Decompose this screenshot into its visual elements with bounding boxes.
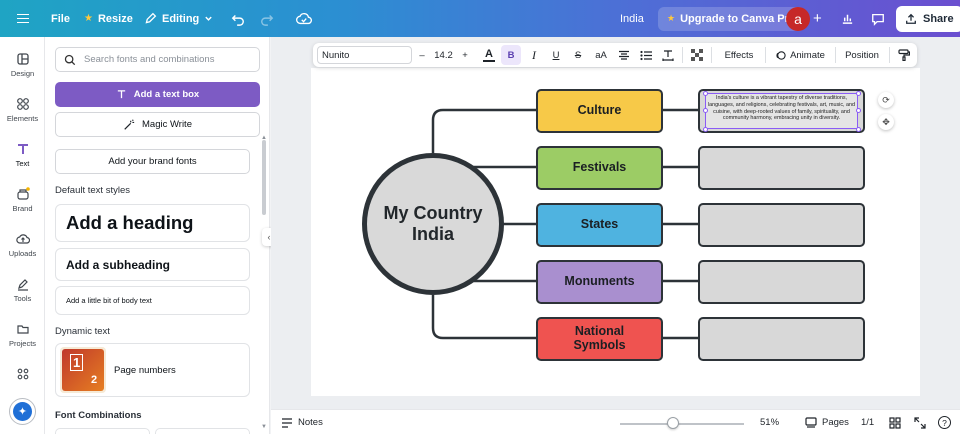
- fullscreen-button[interactable]: [914, 410, 926, 434]
- branch-node-culture[interactable]: Culture: [536, 89, 663, 133]
- branch-node-states[interactable]: States: [536, 203, 663, 247]
- branch-node-festivals[interactable]: Festivals: [536, 146, 663, 190]
- branch-label: Festivals: [572, 160, 627, 175]
- rotate-icon: ⟳: [882, 94, 890, 105]
- toolbar-divider: [682, 47, 683, 63]
- font-family-value: Nunito: [322, 49, 350, 61]
- minus-icon: –: [419, 49, 425, 61]
- resize-handle[interactable]: [703, 91, 708, 96]
- text-color-button[interactable]: A: [480, 43, 498, 67]
- resize-handle[interactable]: [856, 127, 861, 132]
- font-family-select[interactable]: Nunito: [317, 46, 412, 64]
- font-size-increase[interactable]: +: [458, 43, 472, 67]
- help-glyph: ?: [942, 417, 947, 428]
- text-spacing-icon: [662, 50, 674, 61]
- resize-handle[interactable]: [856, 91, 861, 96]
- font-size-value: 14.2: [434, 49, 453, 61]
- branch-node-national-symbols[interactable]: National Symbols: [536, 317, 663, 361]
- bottom-bar: Notes 51% Pages 1/1 ?: [271, 409, 960, 434]
- list-button[interactable]: [637, 43, 655, 67]
- zoom-slider-track[interactable]: [620, 423, 744, 425]
- notes-icon: [282, 417, 292, 428]
- position-button[interactable]: Position: [841, 43, 883, 67]
- effects-label: Effects: [724, 49, 754, 61]
- pages-button[interactable]: Pages: [805, 410, 849, 434]
- zoom-slider-knob[interactable]: [667, 417, 679, 429]
- strikethrough-button[interactable]: S: [569, 43, 587, 67]
- resize-handle[interactable]: [703, 108, 708, 113]
- resize-handle[interactable]: [856, 108, 861, 113]
- font-size-input[interactable]: 14.2: [430, 43, 457, 67]
- pages-icon: [805, 417, 817, 428]
- animate-icon: [776, 50, 786, 60]
- italic-button[interactable]: I: [525, 43, 543, 67]
- central-topic-line2: India: [411, 224, 454, 244]
- checkerboard-icon: [691, 49, 703, 61]
- underline-button[interactable]: U: [547, 43, 565, 67]
- letter-case-icon: aA: [595, 49, 607, 61]
- toolbar-divider: [835, 47, 836, 63]
- move-icon: ✥: [882, 116, 890, 127]
- toolbar-divider: [889, 47, 890, 63]
- detail-box-festivals[interactable]: [698, 146, 865, 190]
- selected-text-box[interactable]: India's culture is a vibrant tapestry of…: [705, 93, 858, 129]
- font-size-decrease[interactable]: –: [415, 43, 429, 67]
- branch-label: States: [580, 217, 619, 232]
- align-button[interactable]: [615, 43, 633, 67]
- notes-label: Notes: [298, 417, 323, 428]
- branch-label-line1: National: [574, 324, 625, 339]
- notes-button[interactable]: Notes: [281, 410, 323, 434]
- rotate-button[interactable]: ⟳: [878, 92, 894, 108]
- bullet-list-icon: [640, 50, 652, 60]
- central-topic-node[interactable]: My Country India: [362, 153, 504, 295]
- help-icon: ?: [938, 416, 951, 429]
- bold-icon: B: [507, 49, 515, 61]
- animate-button[interactable]: Animate: [770, 43, 830, 67]
- zoom-value: 51%: [760, 417, 780, 428]
- toolbar-divider: [765, 47, 766, 63]
- zoom-level[interactable]: 51%: [760, 410, 779, 434]
- central-topic-line1: My Country: [383, 203, 483, 224]
- detail-box-states[interactable]: [698, 203, 865, 247]
- copy-style-button[interactable]: [896, 43, 912, 67]
- text-color-swatch: [483, 59, 495, 62]
- paint-roller-icon: [898, 49, 910, 61]
- position-label: Position: [845, 49, 879, 61]
- expand-icon: [914, 416, 926, 429]
- bold-button[interactable]: B: [501, 45, 521, 65]
- help-button[interactable]: ?: [938, 410, 951, 434]
- branch-label: Monuments: [564, 274, 635, 289]
- pages-label: Pages: [822, 417, 849, 428]
- letter-case-button[interactable]: aA: [591, 43, 611, 67]
- move-button[interactable]: ✥: [878, 114, 894, 130]
- resize-handle[interactable]: [703, 127, 708, 132]
- grid-view-button[interactable]: [889, 410, 901, 434]
- underline-icon: U: [552, 49, 560, 61]
- branch-label-line2: Symbols: [573, 338, 626, 352]
- spacing-button[interactable]: [659, 43, 677, 67]
- align-center-icon: [619, 50, 629, 60]
- plus-icon: +: [462, 49, 468, 61]
- page-indicator[interactable]: 1/1: [861, 410, 874, 434]
- page-count: 1/1: [861, 417, 875, 428]
- grid-icon: [889, 416, 901, 429]
- culture-description: India's culture is a vibrant tapestry of…: [707, 95, 856, 122]
- text-toolbar: Nunito – 14.2 + A B I U S aA Effects Ani…: [313, 43, 917, 67]
- toolbar-divider: [711, 47, 712, 63]
- branch-label: Culture: [577, 103, 622, 118]
- detail-box-national-symbols[interactable]: [698, 317, 865, 361]
- branch-node-monuments[interactable]: Monuments: [536, 260, 663, 304]
- transparency-button[interactable]: [688, 43, 706, 67]
- effects-button[interactable]: Effects: [717, 43, 761, 67]
- detail-box-monuments[interactable]: [698, 260, 865, 304]
- text-color-icon: A: [485, 47, 493, 60]
- strikethrough-icon: S: [574, 49, 582, 61]
- animate-label: Animate: [790, 49, 825, 61]
- italic-icon: I: [532, 47, 536, 62]
